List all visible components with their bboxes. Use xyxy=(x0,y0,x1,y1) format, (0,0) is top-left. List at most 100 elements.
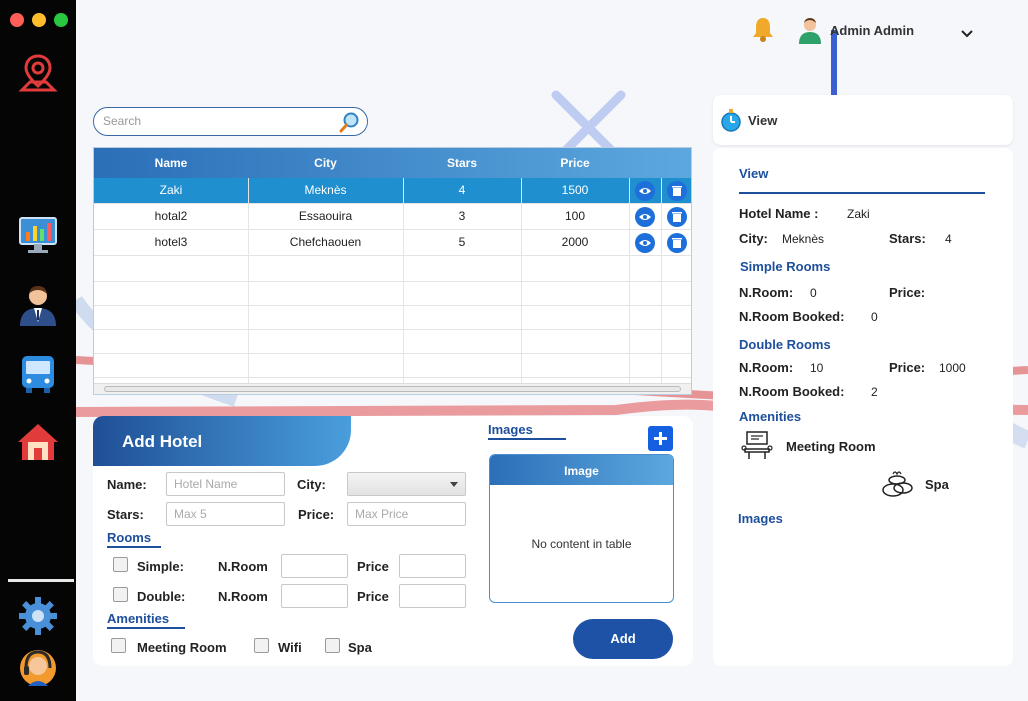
chevron-down-icon[interactable] xyxy=(960,26,974,44)
view-city-label: City: xyxy=(739,231,768,246)
wifi-checkbox[interactable] xyxy=(254,638,269,653)
view-amenities-title: Amenities xyxy=(739,409,802,424)
support-avatar-icon[interactable] xyxy=(16,646,60,690)
column-divider xyxy=(403,178,404,384)
admin-user-name[interactable]: Admin Admin xyxy=(830,23,914,38)
home-icon[interactable] xyxy=(16,420,60,464)
view-city-value: Meknès xyxy=(782,232,825,246)
add-hotel-button[interactable]: Add xyxy=(573,619,673,659)
rooms-section-title: Rooms xyxy=(107,530,161,548)
double-price-input[interactable] xyxy=(399,584,466,608)
view-amenity-meeting-room: Meeting Room xyxy=(786,439,876,454)
simple-booked-value: 0 xyxy=(871,310,878,324)
view-eye-icon[interactable] xyxy=(635,181,655,201)
simple-label: Simple: xyxy=(137,559,184,574)
view-eye-icon[interactable] xyxy=(635,233,655,253)
settings-gear-icon[interactable] xyxy=(16,594,60,638)
cell-price: 1500 xyxy=(561,183,589,197)
view-stars-value: 4 xyxy=(945,232,952,246)
double-nroom-label: N.Room xyxy=(218,589,268,604)
simple-nroom-input[interactable] xyxy=(281,554,348,578)
images-section-title: Images xyxy=(488,422,566,440)
simple-nroom-value: 0 xyxy=(810,286,817,300)
add-hotel-title: Add Hotel xyxy=(122,432,203,451)
simple-rooms-title: Simple Rooms xyxy=(740,259,831,274)
view-header-title: View xyxy=(748,113,778,128)
table-row[interactable]: Zaki Meknès 4 1500 xyxy=(94,178,691,204)
hotel-name-label: Hotel Name : xyxy=(739,206,819,221)
double-price-view-label: Price: xyxy=(889,360,926,375)
amenities-section-title: Amenities xyxy=(107,611,185,629)
cell-city: Meknès xyxy=(304,183,347,197)
view-images-title: Images xyxy=(738,511,783,526)
search-icon[interactable] xyxy=(339,111,361,138)
name-label: Name: xyxy=(107,477,147,492)
double-booked-value: 2 xyxy=(871,385,878,399)
column-divider xyxy=(661,178,662,384)
double-nroom-input[interactable] xyxy=(281,584,348,608)
simple-price-label: Price xyxy=(357,559,389,574)
double-label: Double: xyxy=(137,589,186,604)
stars-label: Stars: xyxy=(107,507,144,522)
table-row[interactable]: hotal2 Essaouira 3 100 xyxy=(94,204,691,230)
dashboard-icon[interactable] xyxy=(16,212,60,256)
simple-price-input[interactable] xyxy=(399,554,466,578)
map-pin-icon[interactable] xyxy=(16,52,60,96)
view-stars-label: Stars: xyxy=(889,231,926,246)
cell-stars: 4 xyxy=(458,183,466,197)
cell-city: Essaouira xyxy=(298,209,353,223)
column-header-name[interactable]: Name xyxy=(94,156,248,170)
search-input[interactable] xyxy=(103,114,333,128)
hotels-table: Name City Stars Price Zaki Meknès 4 1500… xyxy=(93,147,692,395)
meeting-room-icon xyxy=(741,430,773,467)
simple-nroom-view-label: N.Room: xyxy=(739,285,794,300)
sidebar-separator xyxy=(8,579,74,582)
delete-trash-icon[interactable] xyxy=(667,181,687,201)
maximize-window-button[interactable] xyxy=(54,13,68,27)
cell-stars: 5 xyxy=(458,235,466,249)
spa-icon xyxy=(881,468,915,503)
notification-bell-icon[interactable] xyxy=(752,16,774,47)
double-nroom-view-label: N.Room: xyxy=(739,360,794,375)
images-empty-message: No content in table xyxy=(531,537,632,551)
hotel-name-value: Zaki xyxy=(847,207,870,221)
user-icon[interactable] xyxy=(16,282,60,326)
column-header-stars[interactable]: Stars xyxy=(403,156,521,170)
dropdown-arrow-icon xyxy=(450,482,458,487)
double-room-checkbox[interactable] xyxy=(113,587,128,602)
empty-row xyxy=(94,304,691,330)
view-title: View xyxy=(739,166,769,181)
city-select[interactable] xyxy=(347,472,466,496)
close-window-button[interactable] xyxy=(10,13,24,27)
view-eye-icon[interactable] xyxy=(635,207,655,227)
stars-input[interactable] xyxy=(166,502,285,526)
add-image-button[interactable] xyxy=(648,426,673,451)
images-table: Image No content in table xyxy=(489,454,674,603)
view-title-underline xyxy=(739,192,985,194)
price-input[interactable] xyxy=(347,502,466,526)
simple-room-checkbox[interactable] xyxy=(113,557,128,572)
hotel-name-input[interactable] xyxy=(166,472,285,496)
cell-price: 2000 xyxy=(561,235,589,249)
table-row[interactable]: hotel3 Chefchaouen 5 2000 xyxy=(94,230,691,256)
minimize-window-button[interactable] xyxy=(32,13,46,27)
bus-icon[interactable] xyxy=(16,352,60,396)
meeting-room-checkbox[interactable] xyxy=(111,638,126,653)
column-header-city[interactable]: City xyxy=(248,156,403,170)
stopwatch-icon xyxy=(720,108,742,137)
delete-trash-icon[interactable] xyxy=(667,233,687,253)
horizontal-scrollbar[interactable] xyxy=(94,383,691,394)
cell-city: Chefchaouen xyxy=(289,235,362,249)
double-price-label: Price xyxy=(357,589,389,604)
spa-label: Spa xyxy=(348,640,372,655)
spa-checkbox[interactable] xyxy=(325,638,340,653)
column-header-price[interactable]: Price xyxy=(521,156,629,170)
simple-booked-label: N.Room Booked: xyxy=(739,309,845,324)
delete-trash-icon[interactable] xyxy=(667,207,687,227)
plus-icon xyxy=(654,432,667,445)
scrollbar-thumb[interactable] xyxy=(104,386,681,392)
add-hotel-panel: Add Hotel Name: City: Stars: Price: Room… xyxy=(93,416,693,666)
empty-row xyxy=(94,352,691,378)
image-column-header[interactable]: Image xyxy=(490,464,673,478)
images-table-header: Image xyxy=(490,455,673,485)
